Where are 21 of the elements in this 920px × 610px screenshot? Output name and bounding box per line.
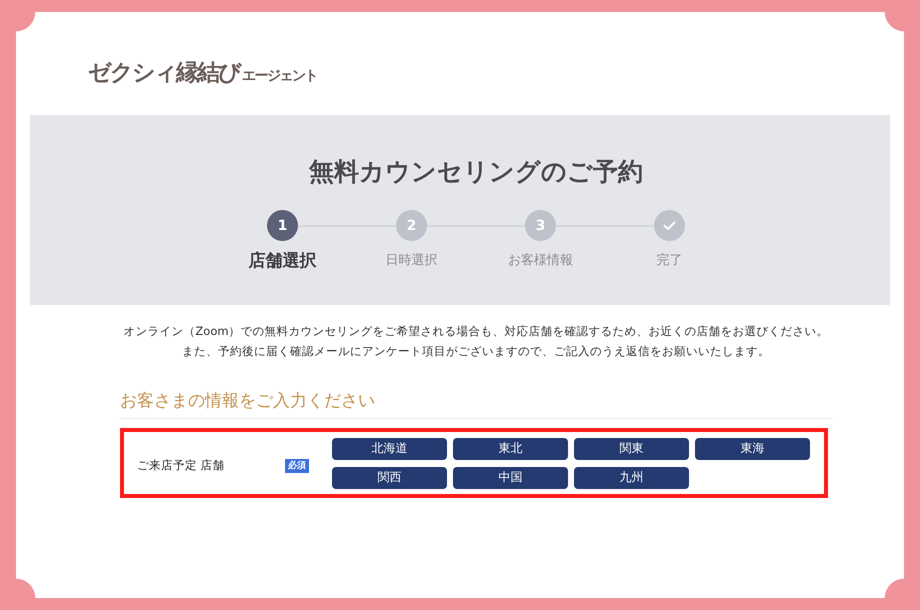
step-label: 完了: [656, 252, 682, 269]
step-label: お客様情報: [508, 252, 573, 269]
required-badge: 必須: [285, 459, 309, 473]
step-label: 日時選択: [386, 252, 438, 269]
region-button[interactable]: 関東: [574, 438, 689, 460]
step-number: 3: [525, 210, 556, 241]
page-title: 無料カウンセリングのご予約: [309, 156, 643, 188]
step-number: 1: [267, 210, 298, 241]
step-number: 2: [396, 210, 427, 241]
region-button[interactable]: 九州: [574, 466, 689, 488]
region-button[interactable]: 北海道: [332, 438, 447, 460]
notice-text: オンライン（Zoom）での無料カウンセリングをご希望される場合も、対応店舗を確認するため、お近くの店舗をお選びください。: [123, 323, 829, 340]
region-button[interactable]: 東北: [453, 438, 568, 460]
step-label: 店舗選択: [248, 250, 316, 272]
section-heading: お客さまの情報をご入力ください: [120, 389, 832, 419]
brand-logo: ゼクシィ縁結びエージェント: [88, 59, 317, 88]
region-button[interactable]: 中国: [453, 466, 568, 488]
region-button[interactable]: 関西: [332, 466, 447, 488]
region-button[interactable]: 東海: [695, 438, 810, 460]
notice-text: また、予約後に届く確認メールにアンケート項目がございますので、ご記入のうえ返信をお願いいたします。: [182, 343, 770, 360]
field-label: ご来店予定 店舗: [137, 458, 225, 472]
